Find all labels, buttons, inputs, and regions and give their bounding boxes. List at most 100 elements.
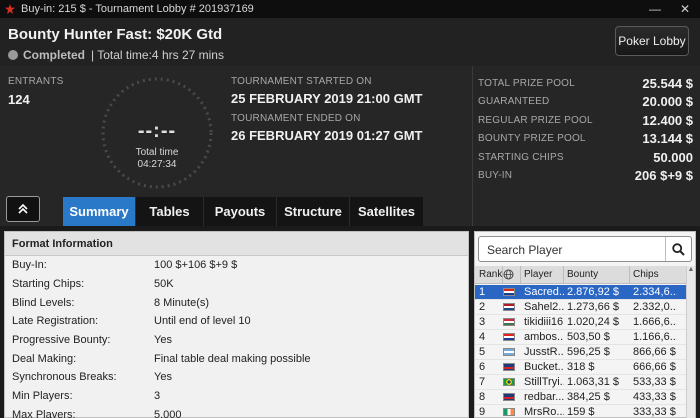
prize-value: 13.144 $ bbox=[642, 131, 693, 147]
format-key: Buy-In: bbox=[12, 259, 47, 272]
status-dot-icon bbox=[8, 50, 18, 60]
prize-summary: TOTAL PRIZE POOL 25.544 $ GUARANTEED 20.00… bbox=[478, 74, 693, 185]
prize-row: GUARANTEED 20.000 $ bbox=[478, 93, 693, 112]
format-row: Max Players: 5.000 bbox=[5, 406, 468, 418]
flag-croatia-icon bbox=[503, 288, 515, 296]
table-row[interactable]: 4 ambos... 503,50 $ 1.166,6... bbox=[475, 330, 695, 345]
lobby-tabs: Summary Tables Payouts Structure Satelli… bbox=[63, 197, 423, 226]
prize-row: REGULAR PRIZE POOL 12.400 $ bbox=[478, 111, 693, 130]
format-information-panel: Format Information Buy-In: 100 $+106 $+9 … bbox=[4, 231, 469, 418]
row-chips: 333,33 $ bbox=[633, 406, 676, 418]
table-row[interactable]: 7 StillTryi... 1.063,31 $ 533,33 $ bbox=[475, 375, 695, 390]
column-player[interactable]: Player bbox=[521, 265, 564, 284]
prize-row: STARTING CHIPS 50.000 bbox=[478, 148, 693, 167]
column-chips[interactable]: Chips bbox=[630, 266, 677, 284]
prize-value: 20.000 $ bbox=[642, 94, 693, 110]
close-button[interactable]: ✕ bbox=[670, 0, 700, 18]
prize-label: BOUNTY PRIZE POOL bbox=[478, 133, 586, 145]
row-bounty: 1.273,66 $ bbox=[567, 301, 619, 313]
table-row[interactable]: 1 Sacred... 2.876,92 $ 2.334,6... bbox=[475, 285, 695, 300]
row-bounty: 596,25 $ bbox=[567, 346, 610, 358]
entrants-label: ENTRANTS bbox=[8, 76, 64, 87]
prize-label: BUY-IN bbox=[478, 170, 513, 182]
format-row: Synchronous Breaks: Yes bbox=[5, 368, 468, 387]
tab-tables[interactable]: Tables bbox=[135, 197, 203, 226]
tab-payouts[interactable]: Payouts bbox=[203, 197, 276, 226]
row-bounty: 1.020,24 $ bbox=[567, 316, 619, 328]
row-rank: 3 bbox=[479, 316, 486, 328]
pokerstars-logo-icon bbox=[5, 4, 15, 14]
tab-summary[interactable]: Summary bbox=[63, 197, 135, 226]
row-player: tikidiii16 bbox=[524, 316, 564, 328]
search-player-input[interactable]: Search Player bbox=[487, 243, 562, 257]
row-player: Sahel2... bbox=[524, 301, 564, 313]
row-chips: 2.334,6... bbox=[633, 286, 677, 298]
flag-ireland-icon bbox=[503, 408, 515, 416]
minimize-button[interactable]: — bbox=[640, 0, 670, 18]
table-row[interactable]: 5 JusstR... 596,25 $ 866,66 $ bbox=[475, 345, 695, 360]
row-rank: 6 bbox=[479, 361, 486, 373]
scroll-up-arrow-icon[interactable]: ▲ bbox=[687, 266, 695, 273]
flag-netherlands-icon bbox=[503, 303, 515, 311]
format-value: 5.000 bbox=[154, 408, 182, 418]
row-chips: 866,66 $ bbox=[633, 346, 676, 358]
flag-hungary-icon bbox=[503, 318, 515, 326]
format-value: 8 Minute(s) bbox=[154, 296, 210, 309]
format-key: Deal Making: bbox=[12, 352, 77, 365]
row-rank: 2 bbox=[479, 301, 486, 313]
column-country[interactable] bbox=[503, 265, 521, 284]
prize-row: BOUNTY PRIZE POOL 13.144 $ bbox=[478, 130, 693, 149]
flag-argentina-icon bbox=[503, 348, 515, 356]
format-row: Buy-In: 100 $+106 $+9 $ bbox=[5, 256, 468, 275]
window-title: Buy-in: 215 $ - Tournament Lobby # 20193… bbox=[21, 3, 254, 15]
player-list-scrollbar[interactable]: ▲ bbox=[686, 266, 695, 418]
table-row[interactable]: 3 tikidiii16 1.020,24 $ 1.666,6... bbox=[475, 315, 695, 330]
window-titlebar: Buy-in: 215 $ - Tournament Lobby # 20193… bbox=[0, 0, 700, 18]
format-row: Deal Making: Final table deal making poss… bbox=[5, 349, 468, 368]
format-value: 50K bbox=[154, 278, 174, 291]
table-row[interactable]: 2 Sahel2... 1.273,66 $ 2.332,0... bbox=[475, 300, 695, 315]
search-icon bbox=[672, 242, 685, 256]
search-button[interactable] bbox=[665, 237, 691, 261]
player-list-panel: Search Player Rank Player Bounty Chips 1… bbox=[474, 231, 696, 418]
tournament-name: Bounty Hunter Fast: $20K Gtd bbox=[8, 26, 223, 43]
column-rank[interactable]: Rank bbox=[475, 265, 503, 284]
row-chips: 433,33 $ bbox=[633, 391, 676, 403]
globe-icon bbox=[503, 269, 514, 280]
column-bounty[interactable]: Bounty bbox=[564, 265, 630, 284]
collapse-header-button[interactable] bbox=[6, 196, 40, 222]
prize-value: 50.000 bbox=[653, 149, 693, 165]
tab-structure[interactable]: Structure bbox=[276, 197, 349, 226]
row-rank: 4 bbox=[479, 331, 486, 343]
tab-satellites[interactable]: Satellites bbox=[349, 197, 423, 226]
player-table-header: Rank Player Bounty Chips bbox=[475, 265, 695, 284]
row-player: StillTryi... bbox=[524, 376, 564, 388]
row-player: Sacred... bbox=[524, 286, 564, 298]
prize-value: 206 $+9 $ bbox=[634, 168, 693, 184]
format-row: Blind Levels: 8 Minute(s) bbox=[5, 293, 468, 312]
format-row: Progressive Bounty: Yes bbox=[5, 331, 468, 350]
flag-brazil-icon bbox=[503, 378, 515, 386]
format-value: 100 $+106 $+9 $ bbox=[154, 259, 238, 272]
tournament-status: Completed | Total time:4 hrs 27 mins bbox=[8, 48, 224, 62]
poker-lobby-button[interactable]: Poker Lobby bbox=[615, 26, 689, 56]
format-value: Final table deal making possible bbox=[154, 352, 311, 365]
format-value: Yes bbox=[154, 334, 172, 347]
status-label: Completed bbox=[23, 48, 86, 62]
table-row[interactable]: 9 MrsRo... 159 $ 333,33 $ bbox=[475, 405, 695, 418]
format-key: Max Players: bbox=[12, 408, 76, 418]
format-value: Yes bbox=[154, 371, 172, 384]
table-row[interactable]: 8 redbar... 384,25 $ 433,33 $ bbox=[475, 390, 695, 405]
prize-label: GUARANTEED bbox=[478, 96, 550, 108]
prize-row: TOTAL PRIZE POOL 25.544 $ bbox=[478, 74, 693, 93]
row-rank: 1 bbox=[479, 286, 486, 298]
row-rank: 8 bbox=[479, 391, 486, 403]
format-value: Until end of level 10 bbox=[154, 315, 251, 328]
row-bounty: 2.876,92 $ bbox=[567, 286, 619, 298]
format-key: Late Registration: bbox=[12, 315, 99, 328]
flag-uk-icon bbox=[503, 393, 515, 401]
clock-value: 04:27:34 bbox=[137, 159, 177, 170]
ended-label: TOURNAMENT ENDED ON bbox=[231, 113, 361, 124]
table-row[interactable]: 6 Bucket... 318 $ 666,66 $ bbox=[475, 360, 695, 375]
player-table-body: 1 Sacred... 2.876,92 $ 2.334,6... 2 Sahe… bbox=[475, 285, 695, 418]
